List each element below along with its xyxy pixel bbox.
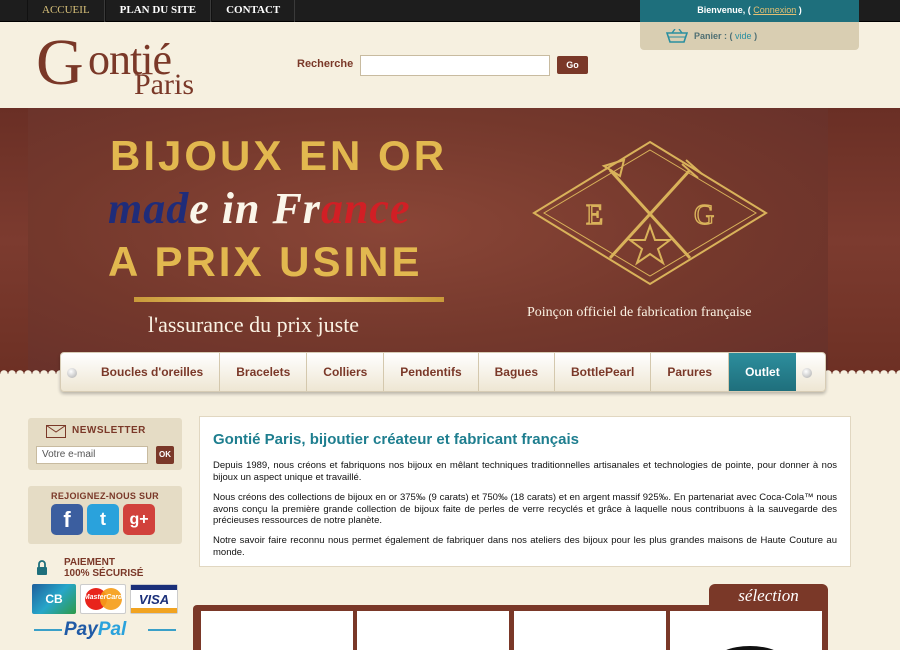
- poincon-caption: Poinçon officiel de fabrication français…: [527, 305, 752, 320]
- search-label: Recherche: [297, 58, 354, 70]
- basket-icon: [666, 29, 688, 43]
- nav-link-plan-du-site[interactable]: PLAN DU SITE: [104, 0, 212, 22]
- site-logo[interactable]: G ontié Paris: [36, 24, 206, 102]
- paypal-right-line: [148, 629, 176, 631]
- poincon-letter-right: G: [694, 200, 714, 231]
- visa-text: VISA: [138, 592, 170, 607]
- product-card[interactable]: [670, 611, 822, 650]
- login-link[interactable]: Connexion: [753, 5, 796, 15]
- intro-heading: Gontié Paris, bijoutier créateur et fabr…: [213, 431, 579, 448]
- visa-blue-stripe: [131, 585, 177, 590]
- logo-paris: Paris: [134, 68, 194, 101]
- intro-content-box: Gontié Paris, bijoutier créateur et fabr…: [199, 416, 851, 567]
- google-plus-icon[interactable]: g+: [123, 504, 155, 535]
- category-outlet[interactable]: Outlet: [729, 353, 796, 391]
- payment-title-line1: PAIEMENT: [64, 557, 115, 568]
- paypal-text-pal: Pal: [97, 619, 127, 640]
- intro-paragraph-2: Nous créons des collections de bijoux en…: [213, 492, 837, 526]
- intro-paragraph-1: Depuis 1989, nous créons et fabriquons n…: [213, 460, 837, 483]
- search-input[interactable]: [360, 55, 550, 76]
- cart-status-link[interactable]: vide: [735, 31, 752, 41]
- welcome-suffix: ): [798, 5, 802, 15]
- paypal-left-line: [34, 629, 62, 631]
- banner-tagline: l'assurance du prix juste: [148, 312, 360, 337]
- category-bagues[interactable]: Bagues: [479, 353, 555, 391]
- intro-paragraph-3: Notre savoir faire reconnu nous permet é…: [213, 535, 837, 558]
- banner-red-text: ance: [320, 184, 411, 233]
- cb-card-logo: CB: [32, 584, 76, 614]
- newsletter-email-input[interactable]: Votre e-mail: [36, 446, 148, 464]
- payment-title-line2: 100% SÉCURISÉ: [64, 568, 144, 579]
- banner-line-made-in-france: made in France: [108, 183, 410, 234]
- nav-left-bullet-icon: [67, 368, 77, 378]
- nav-right-bullet-icon: [801, 368, 812, 378]
- poincon-letter-left: E: [586, 200, 603, 231]
- mastercard-logo: MasterCard: [80, 584, 126, 614]
- category-parures[interactable]: Parures: [651, 353, 730, 391]
- newsletter-title: NEWSLETTER: [72, 425, 146, 436]
- nav-link-accueil[interactable]: ACCUEIL: [27, 0, 105, 22]
- poincon-hallmark-icon: E G: [532, 140, 768, 286]
- visa-logo: VISA: [130, 584, 178, 614]
- banner-gold-divider: [134, 297, 444, 302]
- payment-title: PAIEMENT 100% SÉCURISÉ: [64, 557, 143, 579]
- banner-blue-text: mad: [108, 184, 190, 233]
- twitter-icon[interactable]: t: [87, 504, 119, 535]
- facebook-icon[interactable]: f: [51, 504, 83, 535]
- paypal-logo: PayPal: [64, 619, 126, 641]
- envelope-icon: [46, 425, 66, 438]
- cart-suffix: ): [754, 31, 758, 41]
- category-navigation: Boucles d'oreilles Bracelets Colliers Pe…: [60, 352, 826, 392]
- category-bottlepearl[interactable]: BottlePearl: [555, 353, 652, 391]
- mastercard-text: MasterCard: [83, 594, 123, 601]
- product-card[interactable]: [357, 611, 509, 650]
- padlock-icon: [37, 560, 47, 575]
- product-image: [715, 646, 785, 650]
- category-pendentifs[interactable]: Pendentifs: [384, 353, 479, 391]
- banner-white-text: e in Fr: [189, 184, 321, 233]
- selection-tab: sélection: [709, 584, 828, 608]
- logo-g: G: [36, 26, 84, 99]
- cart-summary[interactable]: Panier : ( vide ): [666, 29, 757, 43]
- product-card[interactable]: [514, 611, 666, 650]
- visa-gold-stripe: [131, 608, 177, 613]
- account-panel: Bienvenue, ( Connexion ) Panier : ( vide…: [640, 0, 859, 50]
- newsletter-box: NEWSLETTER Votre e-mail OK: [28, 418, 182, 470]
- newsletter-ok-button[interactable]: OK: [156, 446, 174, 464]
- welcome-bar: Bienvenue, ( Connexion ): [640, 0, 859, 22]
- cart-label: Panier : (: [694, 31, 733, 41]
- social-box: REJOIGNEZ-NOUS SUR f t g+: [28, 486, 182, 544]
- search-go-button[interactable]: Go: [557, 56, 588, 74]
- product-card[interactable]: [201, 611, 353, 650]
- social-title: REJOIGNEZ-NOUS SUR: [51, 491, 159, 501]
- paypal-text-pay: Pay: [64, 619, 98, 640]
- banner-line-bijoux-en-or: BIJOUX EN OR: [110, 132, 448, 179]
- top-navigation: ACCUEIL PLAN DU SITE CONTACT: [27, 0, 296, 22]
- banner-line-prix-usine: A PRIX USINE: [108, 238, 423, 285]
- category-colliers[interactable]: Colliers: [307, 353, 385, 391]
- welcome-text: Bienvenue, (: [697, 5, 751, 15]
- nav-link-contact[interactable]: CONTACT: [211, 0, 296, 22]
- category-bracelets[interactable]: Bracelets: [220, 353, 308, 391]
- category-boucles-doreilles[interactable]: Boucles d'oreilles: [85, 353, 221, 391]
